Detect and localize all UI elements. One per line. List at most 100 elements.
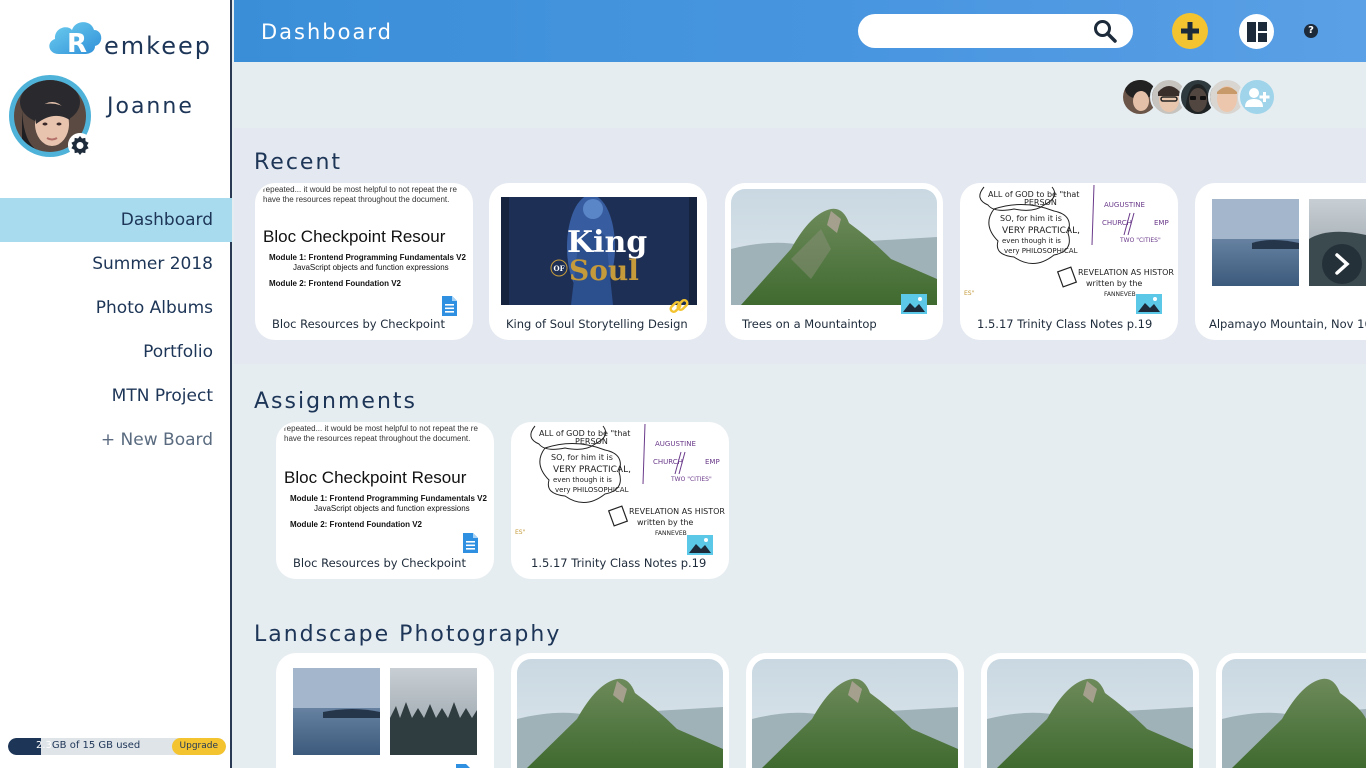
landscape-card-photo[interactable] [983,655,1197,768]
card-label: Trees on a Mountaintop [742,317,877,331]
storage-text: 2.3GB of 15 GB used [36,740,140,751]
cloud-logo-icon: R [49,22,102,58]
note-text: VERY PRACTICAL, [553,465,631,475]
note-text: SO, for him it is [551,453,613,462]
card-label: Bloc Resources by Checkpoint [272,317,445,331]
card-label: Alpamayo Mountain, Nov 16 [1209,317,1366,331]
recent-card-bloc-resources[interactable]: repeated... it would be most helpful to … [257,185,471,338]
note-text: even though it is [1002,237,1061,245]
landscape-card-photo[interactable] [1218,655,1366,768]
mountain-photo [1222,659,1366,768]
card-label: 1.5.17 Trinity Class Notes p.19 [531,556,707,570]
album-photo [390,668,477,755]
upgrade-button[interactable]: Upgrade [171,738,226,755]
document-preview: repeated... it would be most helpful to … [284,424,492,544]
note-text: EMP [1154,219,1169,227]
note-text: REVELATION AS HISTOR [629,507,725,516]
add-collaborator-button[interactable] [1238,78,1276,116]
note-text: ES" [515,529,526,536]
note-text: very PHILOSOPHICAL [1004,247,1078,255]
poster-word-soul: Soul [569,254,639,287]
storage-used: 2.3 [36,740,52,751]
note-text: EMP [705,458,720,466]
nav-item-summer-2018[interactable]: Summer 2018 [0,242,232,286]
top-bar: Dashboard ? [234,0,1366,62]
card-label: Bloc Resources by Checkpoint [293,556,466,570]
doc-text: JavaScript objects and function expressi… [314,504,470,513]
chevron-right-icon [1335,253,1350,275]
add-user-icon [1245,88,1270,107]
document-preview: repeated... it would be most helpful to … [263,185,471,305]
layout-button[interactable] [1239,14,1274,49]
storage-total: GB of 15 GB used [51,740,141,751]
landscape-card-photo[interactable] [513,655,727,768]
doc-text: JavaScript objects and function expressi… [293,263,449,272]
scroll-right-button[interactable] [1322,244,1362,284]
note-text: ES" [964,290,975,297]
card-label: King of Soul Storytelling Design [506,317,688,331]
handwritten-notes-preview: ALL of GOD to be "that PERSON SO, for hi… [515,424,727,544]
note-text: TWO "CITIES" [1119,237,1161,244]
board-nav: Dashboard Summer 2018 Photo Albums Portf… [0,198,232,462]
card-label: 1.5.17 Trinity Class Notes p.19 [977,317,1153,331]
note-text: VERY PRACTICAL, [1002,226,1080,236]
note-text: TWO "CITIES" [670,476,712,483]
section-title-recent: Recent [254,150,343,175]
note-text: PERSON [575,437,608,446]
image-icon [1136,294,1162,314]
mountain-photo [987,659,1193,768]
note-text: FANNEVEB [655,530,687,537]
app-logo[interactable]: R emkeep [42,14,210,64]
poster-preview: King OF Soul [501,197,697,305]
search-icon[interactable] [1092,18,1118,44]
doc-text: have the resources repeat throughout the… [263,195,450,204]
nav-item-portfolio[interactable]: Portfolio [0,330,232,374]
gear-icon[interactable] [68,133,92,157]
handwritten-notes-preview: ALL of GOD to be "that PERSON SO, for hi… [964,185,1176,305]
doc-text: Module 1: Frontend Programming Fundament… [290,494,487,503]
landscape-card-album[interactable] [278,655,492,768]
doc-text: repeated... it would be most helpful to … [263,185,457,194]
page-title: Dashboard [261,20,393,44]
note-text: PERSON [1024,198,1057,207]
recent-card-trees-on-mountaintop[interactable]: Trees on a Mountaintop [727,185,941,338]
user-name: Joanne [107,94,194,119]
landscape-card-photo[interactable] [748,655,962,768]
note-text: very PHILOSOPHICAL [555,486,629,494]
mountain-photo [752,659,958,768]
collaborators [1121,78,1281,116]
poster-word-of: OF [554,264,565,273]
new-board-button[interactable]: + New Board [0,418,232,462]
help-button[interactable]: ? [1304,24,1318,38]
recent-card-trinity-notes[interactable]: ALL of GOD to be "that PERSON SO, for hi… [962,185,1176,338]
doc-text: Module 2: Frontend Foundation V2 [290,520,422,529]
logo-text: emkeep [104,32,212,60]
note-text: REVELATION AS HISTOR [1078,268,1174,277]
note-text: SO, for him it is [1000,214,1062,223]
album-photo [1212,199,1299,286]
layout-grid-icon [1246,21,1267,42]
image-icon [687,535,713,555]
document-icon [456,764,470,768]
doc-text: repeated... it would be most helpful to … [284,424,478,433]
document-icon [442,296,457,316]
note-text: FANNEVEB [1104,291,1136,298]
recent-card-king-of-soul[interactable]: King OF Soul King of Soul Storytelling D… [491,185,705,338]
image-icon [901,294,927,314]
add-button[interactable] [1172,13,1208,49]
mountain-photo [731,189,937,305]
doc-text: have the resources repeat throughout the… [284,434,471,443]
nav-item-photo-albums[interactable]: Photo Albums [0,286,232,330]
plus-icon [1181,22,1199,40]
nav-item-mtn-project[interactable]: MTN Project [0,374,232,418]
nav-item-dashboard[interactable]: Dashboard [0,198,232,242]
section-title-assignments: Assignments [254,389,417,414]
sidebar: R emkeep Joanne Dashboard Summer 2018 Ph… [0,0,232,768]
album-photo [293,668,380,755]
note-text: even though it is [553,476,612,484]
assignment-card-bloc-resources[interactable]: repeated... it would be most helpful to … [278,424,492,577]
section-title-landscape: Landscape Photography [254,622,562,647]
doc-text: Module 1: Frontend Programming Fundament… [269,253,466,262]
note-text: written by the [637,518,693,527]
assignment-card-trinity-notes[interactable]: ALL of GOD to be "that PERSON SO, for hi… [513,424,727,577]
